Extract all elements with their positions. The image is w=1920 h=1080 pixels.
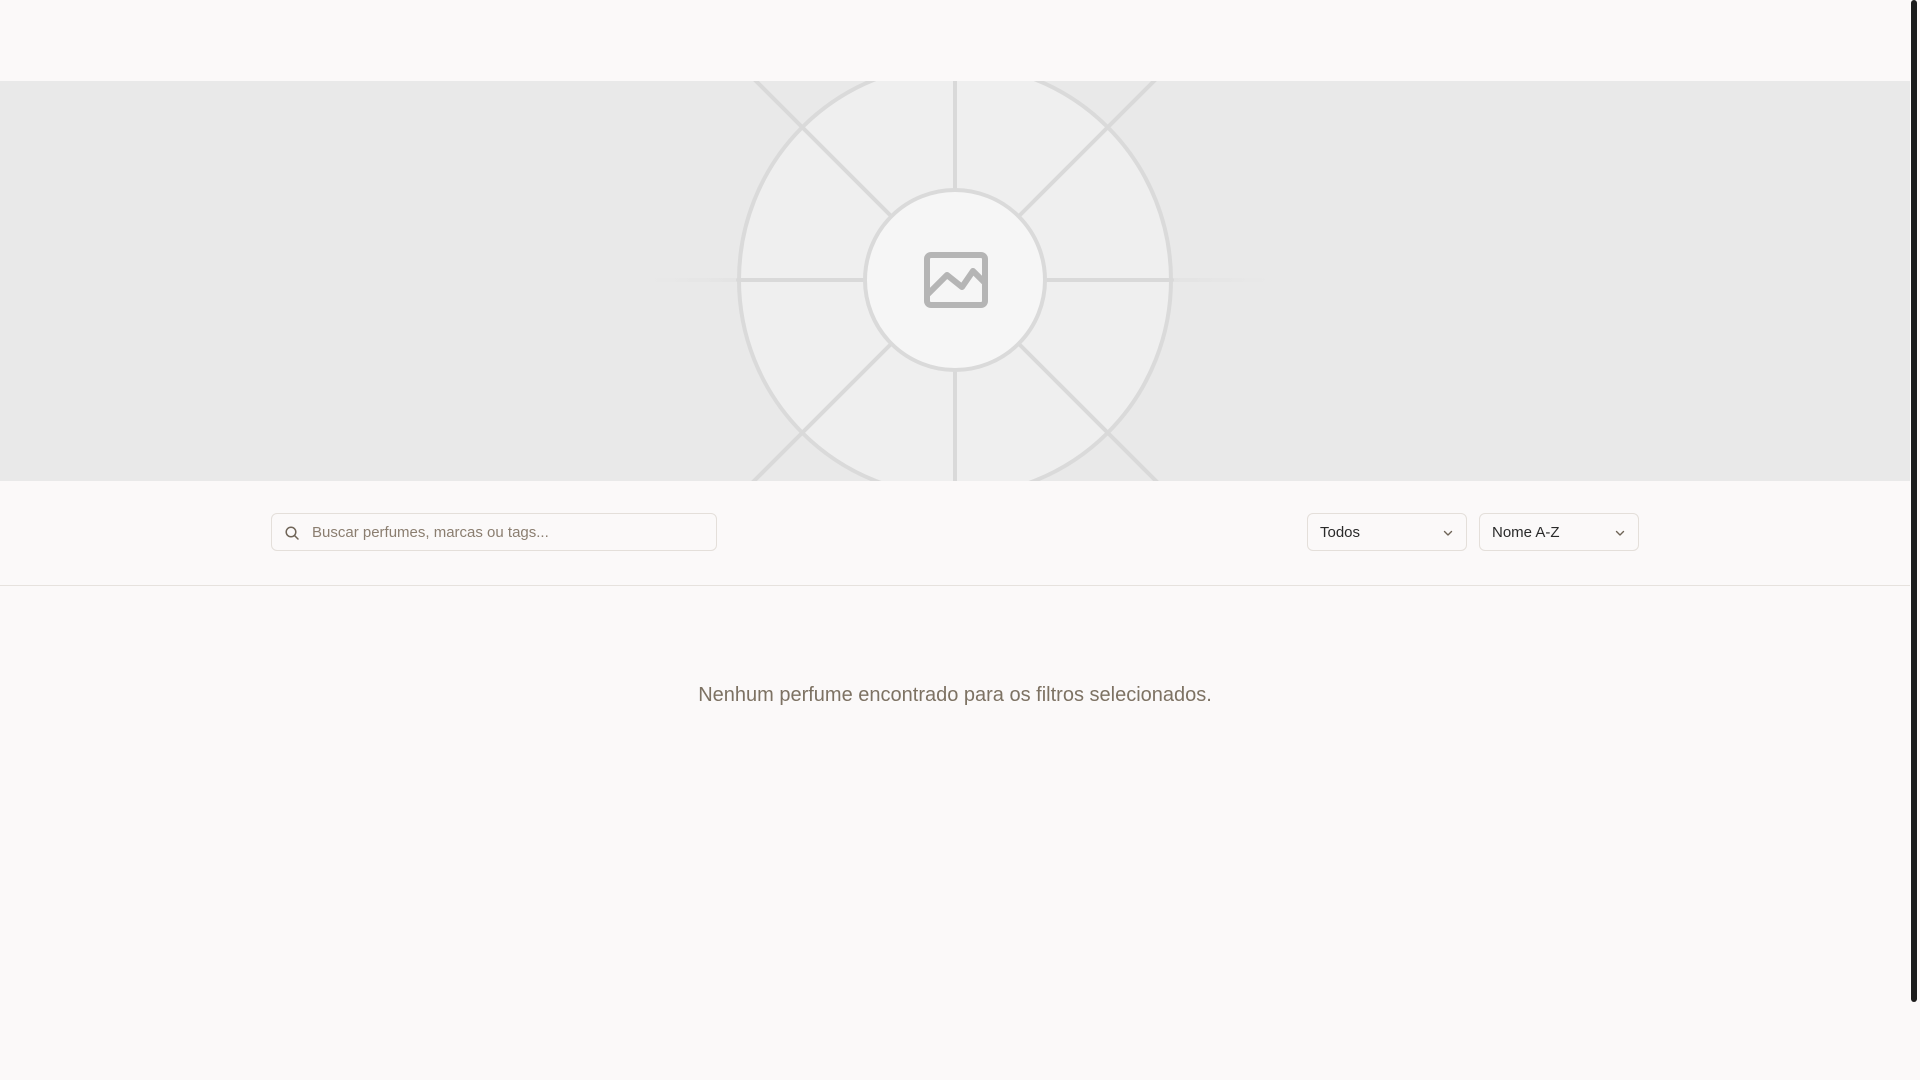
- scrollbar-thumb[interactable]: [1911, 0, 1917, 1002]
- top-header: [0, 0, 1910, 81]
- page: Todos Nome A-Z Nenhum perfume encontrado…: [0, 0, 1920, 1080]
- filter-bar: Todos Nome A-Z: [0, 481, 1910, 586]
- hero-image-placeholder: [650, 81, 1270, 481]
- chevron-down-icon: [1443, 530, 1453, 536]
- chevron-down-icon: [1615, 530, 1625, 536]
- hero-banner: [0, 81, 1910, 481]
- category-select[interactable]: Todos: [1307, 513, 1467, 551]
- search-box[interactable]: [271, 513, 717, 551]
- sort-select[interactable]: Nome A-Z: [1479, 513, 1639, 551]
- sort-select-value: Nome A-Z: [1492, 524, 1560, 541]
- search-input[interactable]: [312, 514, 708, 550]
- category-select-value: Todos: [1320, 524, 1361, 541]
- search-icon: [285, 526, 299, 540]
- empty-results-message: Nenhum perfume encontrado para os filtro…: [698, 684, 1212, 706]
